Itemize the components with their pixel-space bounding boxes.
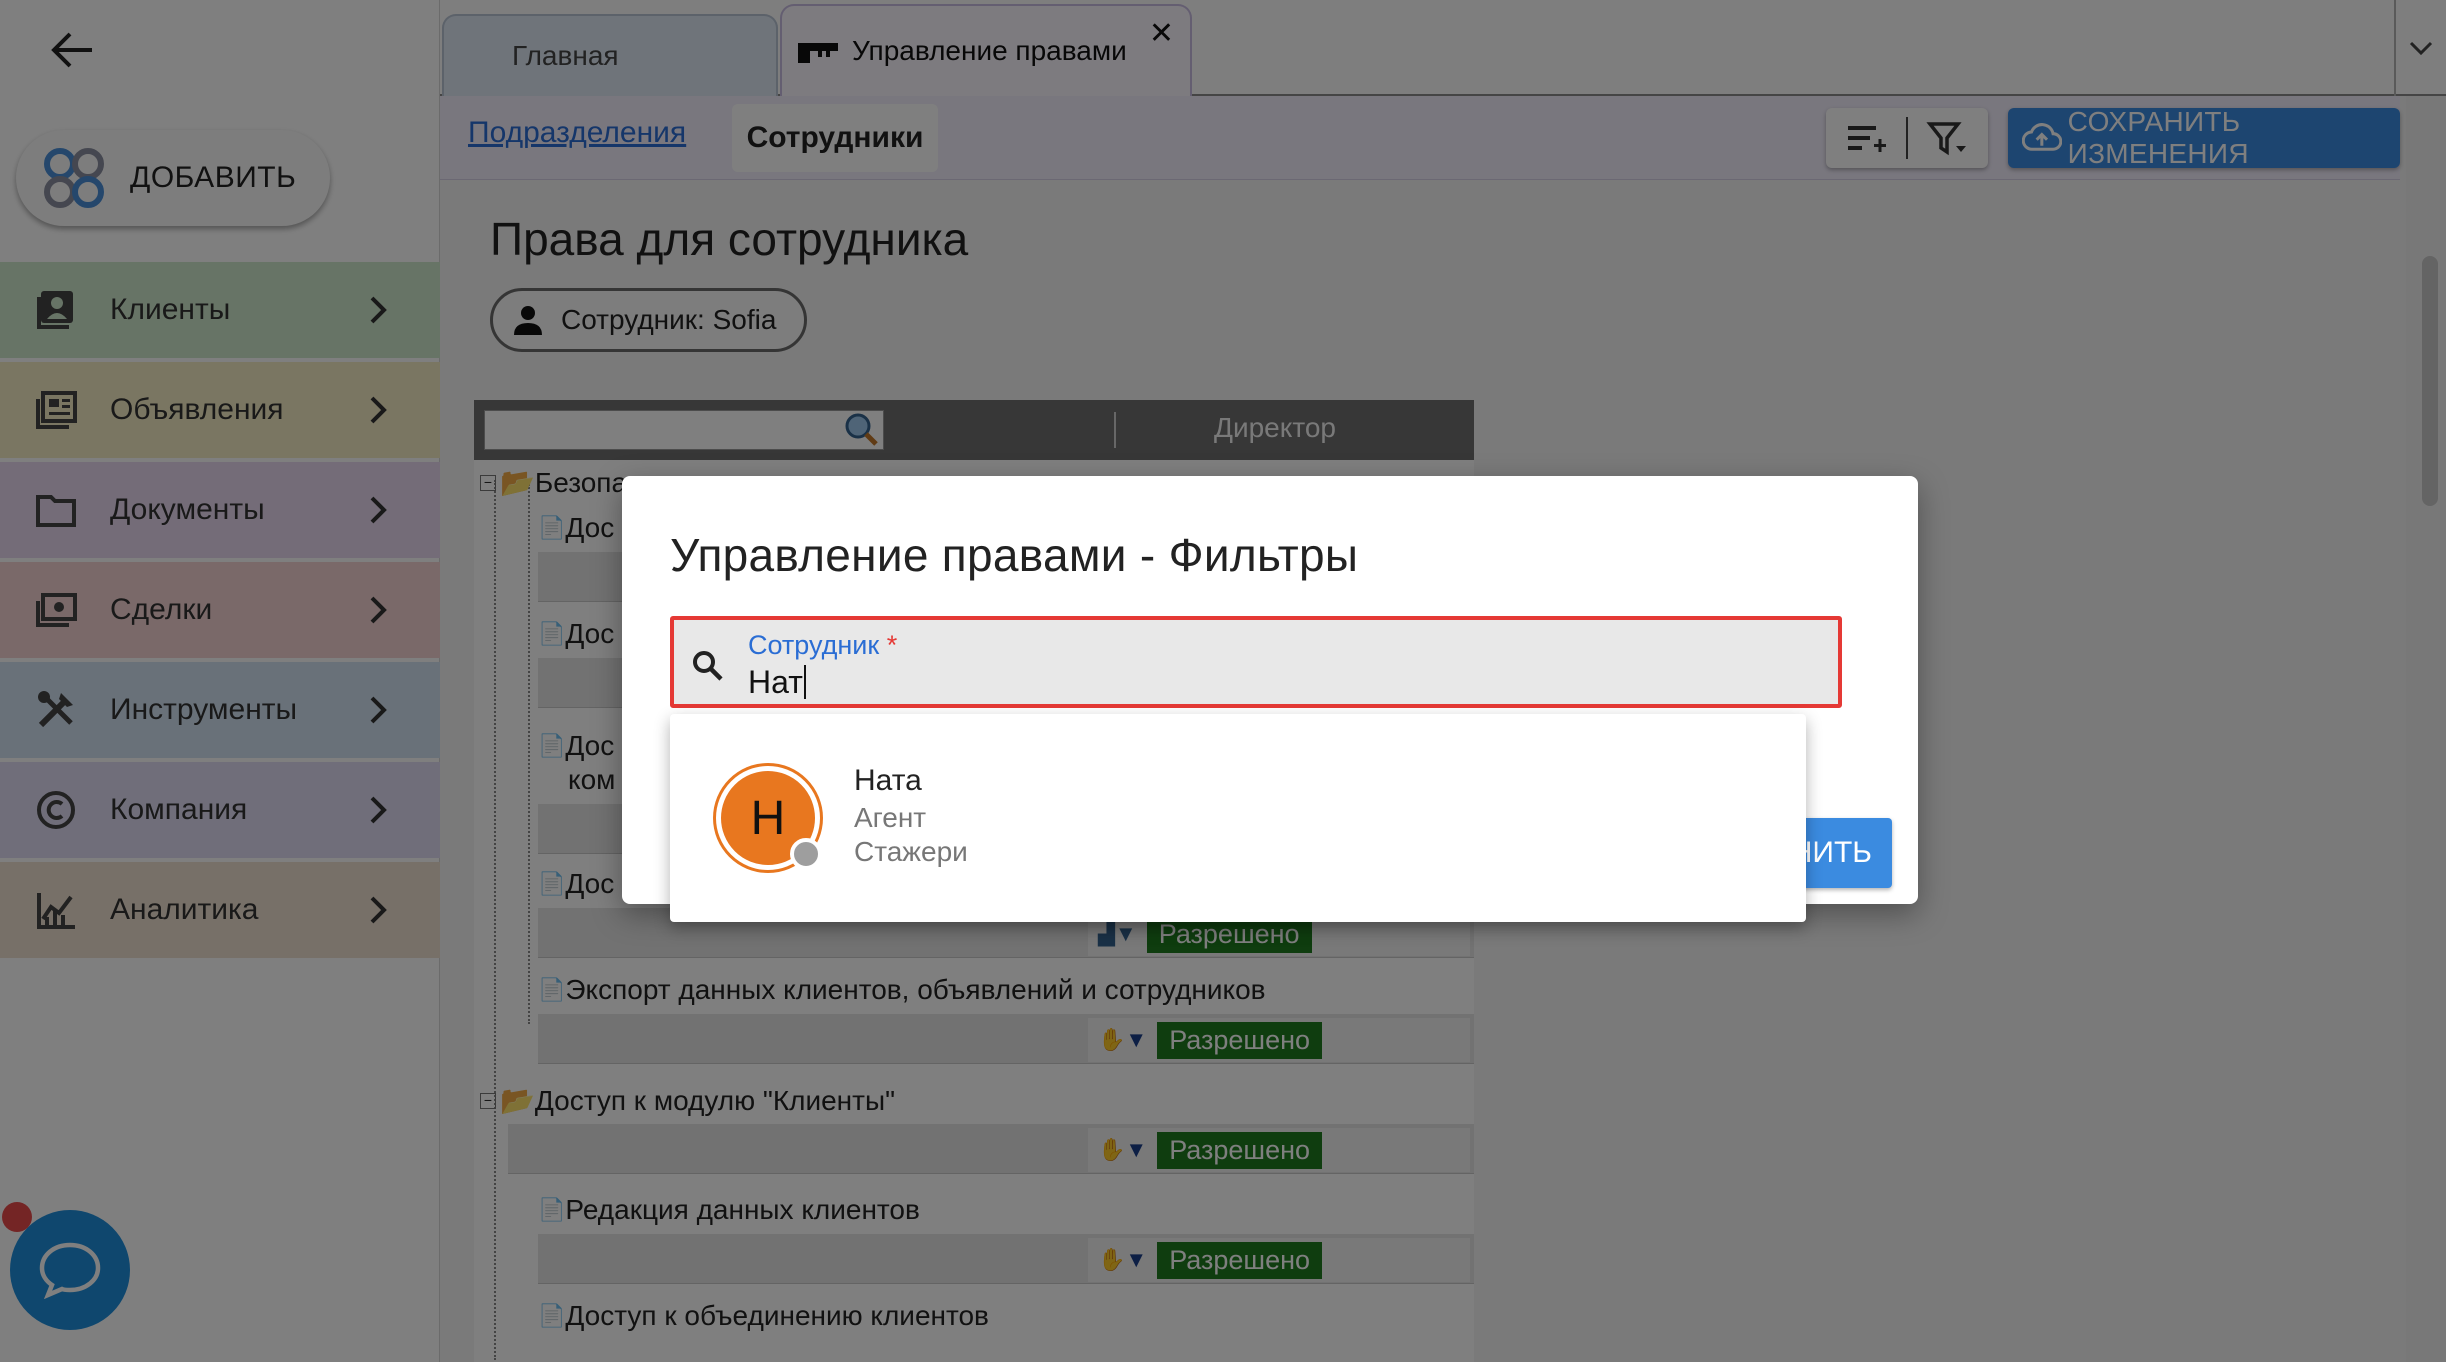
required-mark: * — [886, 630, 898, 660]
employee-suggestions: Н Ната Агент Стажери — [670, 714, 1806, 922]
search-icon — [693, 651, 723, 681]
dialog-title: Управление правами - Фильтры — [670, 529, 1359, 581]
suggestion-role: Агент — [854, 802, 927, 833]
field-label-text: Сотрудник — [748, 630, 880, 660]
avatar-initial: Н — [750, 791, 786, 845]
text-caret — [803, 665, 806, 699]
employee-search-field[interactable]: Сотрудник * Нат — [670, 616, 1842, 708]
suggestion-name: Ната — [854, 764, 922, 797]
input-text: Нат — [748, 664, 803, 700]
status-dot — [790, 838, 822, 870]
field-label: Сотрудник * — [748, 630, 897, 661]
employee-search-input[interactable]: Нат — [748, 664, 806, 701]
suggestion-department: Стажери — [854, 836, 968, 867]
